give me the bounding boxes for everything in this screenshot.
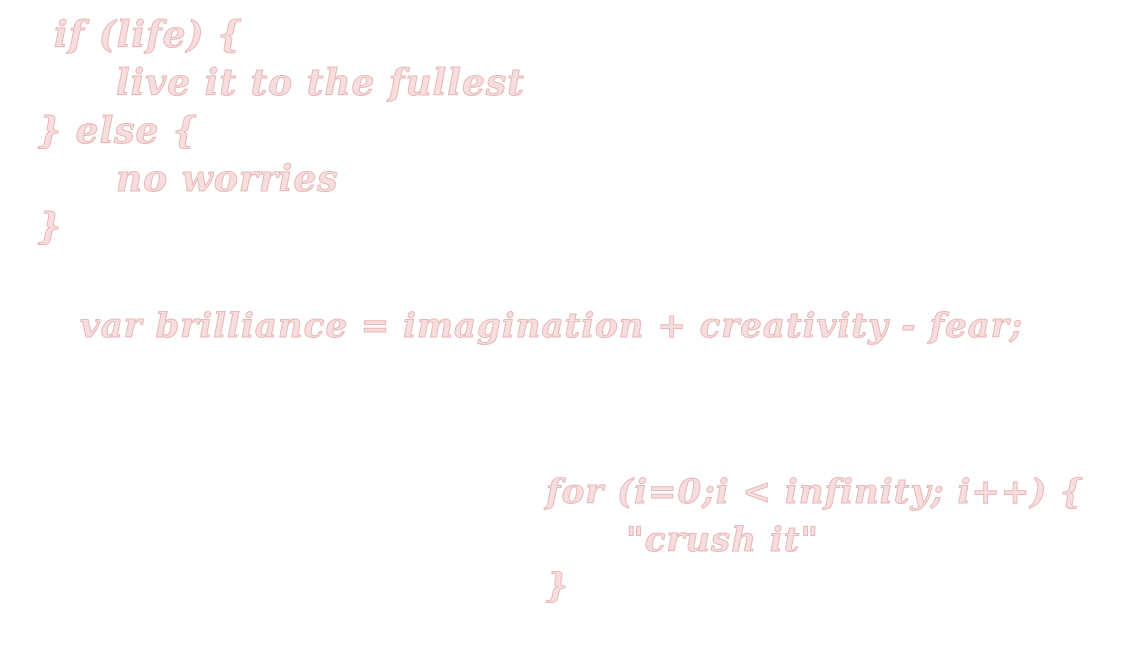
for-closing-brace-line: } — [546, 566, 569, 607]
if-line: if (life) { — [53, 14, 243, 57]
no-worries-line: no worries — [116, 158, 339, 201]
else-line: } else { — [37, 110, 198, 153]
var-brilliance-line: var brilliance = imagination + creativit… — [79, 306, 1024, 347]
live-line: live it to the fullest — [116, 62, 525, 105]
crush-it-line: "crush it" — [625, 520, 820, 561]
closing-brace-line: } — [37, 206, 63, 249]
for-line: for (i=0;i < infinity; i++) { — [545, 472, 1084, 513]
